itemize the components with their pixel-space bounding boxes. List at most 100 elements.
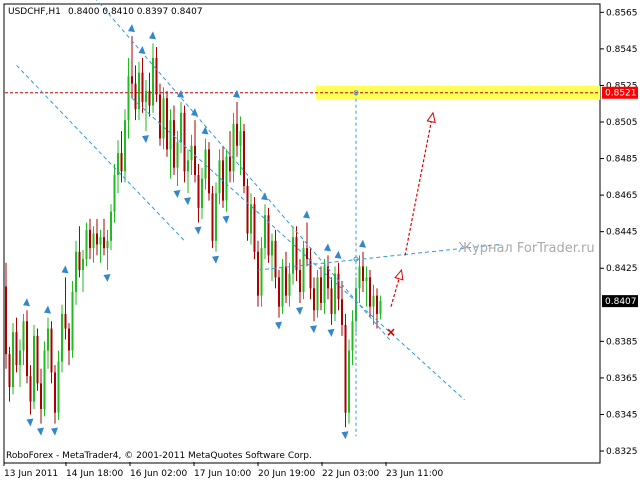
candle-body bbox=[68, 328, 70, 351]
candle-body bbox=[341, 299, 343, 325]
candle-body bbox=[299, 270, 301, 292]
candle-body bbox=[232, 123, 235, 172]
y-tick-label: 0.8465 bbox=[606, 191, 638, 201]
candle-body bbox=[183, 112, 186, 172]
candle-body bbox=[218, 160, 221, 194]
candle-body bbox=[316, 277, 319, 311]
candle-body bbox=[285, 266, 287, 296]
candle-body bbox=[197, 175, 200, 208]
y-tick-label: 0.8485 bbox=[606, 155, 638, 165]
candle-body bbox=[190, 145, 193, 161]
candle-body bbox=[40, 383, 42, 409]
candle-body bbox=[271, 240, 273, 256]
candle-body bbox=[379, 301, 382, 314]
candle-body bbox=[64, 313, 67, 329]
y-tick-label: 0.8385 bbox=[606, 337, 638, 347]
candle-body bbox=[99, 237, 102, 245]
candle-body bbox=[243, 131, 245, 186]
candle-body bbox=[33, 335, 35, 402]
y-tick-label: 0.8425 bbox=[606, 264, 638, 274]
target-price-label: 0.8521 bbox=[605, 89, 637, 99]
y-tick-label: 0.8545 bbox=[606, 45, 638, 55]
candle-body bbox=[260, 248, 263, 296]
candle-body bbox=[351, 321, 354, 351]
candle-body bbox=[309, 259, 312, 289]
x-tick-label: 14 Jun 18:00 bbox=[66, 469, 123, 479]
candle-body bbox=[57, 361, 60, 413]
candle-body bbox=[5, 286, 7, 355]
copyright-footer: RoboForex - MetaTrader4, © 2001-2011 Met… bbox=[6, 451, 312, 461]
target-price-tag: 0.8521 bbox=[602, 86, 638, 99]
candle-body bbox=[110, 211, 112, 241]
candle-body bbox=[96, 233, 98, 245]
price-chart: 0.85650.85450.85250.85050.84850.84650.84… bbox=[0, 0, 640, 480]
candle-body bbox=[92, 233, 95, 249]
candle-body bbox=[253, 204, 256, 252]
candle-body bbox=[176, 142, 179, 168]
candle-body bbox=[264, 215, 266, 249]
candle-body bbox=[127, 76, 130, 121]
candle-body bbox=[36, 335, 39, 384]
candle-body bbox=[250, 204, 252, 234]
candle-body bbox=[19, 350, 21, 366]
candle-body bbox=[187, 160, 189, 172]
current-price-tag: 0.8407 bbox=[602, 295, 638, 308]
candle-body bbox=[141, 72, 144, 102]
y-tick-label: 0.8345 bbox=[606, 410, 638, 420]
candle-body bbox=[173, 120, 175, 168]
candle-body bbox=[344, 324, 347, 413]
watermark: Журнал ForTrader.ru bbox=[458, 241, 595, 256]
candle-body bbox=[113, 175, 116, 212]
candle-body bbox=[145, 90, 147, 102]
y-tick-label: 0.8325 bbox=[606, 447, 638, 457]
candle-body bbox=[211, 193, 214, 241]
candle-body bbox=[75, 251, 77, 292]
candle-body bbox=[323, 266, 326, 303]
candle-body bbox=[295, 237, 298, 271]
x-tick-label: 20 Jun 19:00 bbox=[258, 469, 315, 479]
candle-body bbox=[372, 295, 375, 307]
candle-body bbox=[50, 328, 53, 373]
candle-body bbox=[78, 251, 81, 271]
candle-body bbox=[12, 332, 14, 388]
candle-body bbox=[26, 321, 28, 377]
candle-body bbox=[337, 273, 340, 300]
candle-body bbox=[306, 248, 308, 260]
x-tick-label: 16 Jun 02:00 bbox=[130, 469, 187, 479]
candle-body bbox=[166, 98, 168, 150]
candle-body bbox=[71, 291, 74, 351]
y-tick-label: 0.8505 bbox=[606, 118, 638, 128]
candle-body bbox=[229, 156, 231, 172]
symbol-label: USDCHF,H1 bbox=[8, 7, 61, 17]
y-tick-label: 0.8445 bbox=[606, 228, 638, 238]
candle-body bbox=[362, 266, 364, 282]
candle-body bbox=[246, 185, 249, 234]
candle-body bbox=[288, 273, 291, 296]
candle-body bbox=[194, 145, 196, 176]
candle-body bbox=[320, 277, 322, 303]
candle-body bbox=[106, 240, 109, 249]
candle-body bbox=[376, 295, 378, 314]
candle-body bbox=[159, 94, 161, 139]
candle-body bbox=[131, 76, 133, 84]
candle-body bbox=[201, 178, 203, 208]
candle-body bbox=[155, 58, 158, 95]
candle-body bbox=[152, 58, 154, 106]
candle-body bbox=[281, 266, 284, 307]
candle-body bbox=[348, 350, 350, 413]
candle-body bbox=[89, 229, 91, 249]
x-tick-label: 13 Jun 2011 bbox=[4, 469, 58, 479]
x-tick-label: 23 Jun 11:00 bbox=[386, 469, 443, 479]
candle-body bbox=[54, 372, 56, 413]
y-tick-label: 0.8365 bbox=[606, 374, 638, 384]
x-tick-label: 22 Jun 03:00 bbox=[322, 469, 379, 479]
candle-body bbox=[22, 321, 25, 351]
candle-body bbox=[85, 229, 88, 260]
candle-body bbox=[208, 149, 210, 194]
candle-body bbox=[215, 193, 217, 241]
ohlc-values: 0.8400 0.8410 0.8397 0.8407 bbox=[68, 7, 203, 17]
candle-body bbox=[274, 240, 277, 278]
candle-body bbox=[15, 332, 18, 366]
candle-body bbox=[82, 259, 84, 271]
y-tick-label: 0.8565 bbox=[606, 8, 638, 18]
